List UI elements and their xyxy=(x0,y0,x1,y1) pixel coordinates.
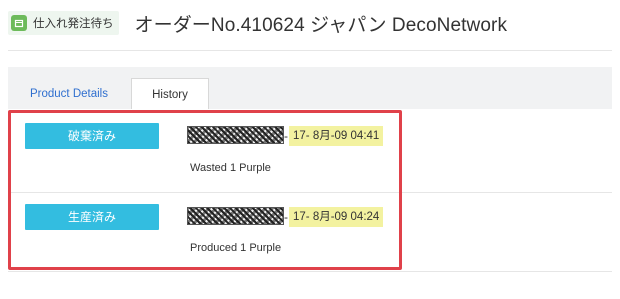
status-badge: 仕入れ発注待ち xyxy=(8,11,119,35)
order-header: 仕入れ発注待ち オーダーNo.410624 ジャパン DecoNetwork xyxy=(8,9,507,37)
annotation-highlight-box xyxy=(8,110,402,270)
status-badge-label: 仕入れ発注待ち xyxy=(33,18,114,30)
header-divider xyxy=(8,50,612,51)
page-title: オーダーNo.410624 ジャパン DecoNetwork xyxy=(134,14,508,36)
box-icon xyxy=(11,15,27,31)
tab-product-details[interactable]: Product Details xyxy=(30,88,108,100)
tab-history[interactable]: History xyxy=(131,78,209,109)
tab-bar: Product Details History xyxy=(8,67,612,109)
row-divider xyxy=(8,271,612,272)
